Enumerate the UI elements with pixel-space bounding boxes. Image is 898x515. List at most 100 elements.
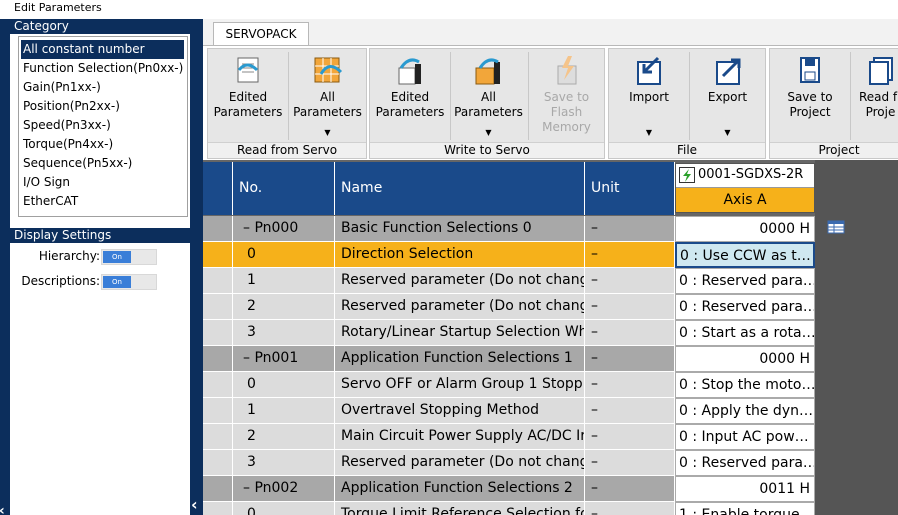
cell-no: 3 bbox=[233, 450, 335, 476]
table-view-icon[interactable] bbox=[827, 220, 845, 234]
cell-no: – Pn001 bbox=[233, 346, 335, 372]
read-from-project-button[interactable]: Read fr Proje bbox=[850, 52, 898, 140]
table-row[interactable]: 3 Rotary/Linear Startup Selection Wh –0 : … bbox=[203, 320, 815, 346]
table-row[interactable]: 2 Main Circuit Power Supply AC/DC Ir –0 : … bbox=[203, 424, 815, 450]
table-row[interactable]: 0 Torque Limit Reference Selection fo –1 :… bbox=[203, 502, 815, 515]
chevron-left-icon[interactable]: ‹ bbox=[0, 503, 5, 515]
write-to-servo-group: Edited Parameters All Parameters ▼ Save … bbox=[369, 48, 605, 159]
export-icon bbox=[715, 58, 740, 85]
read-all-parameters-button[interactable]: All Parameters ▼ bbox=[288, 52, 366, 140]
category-item-position[interactable]: Position(Pn2xx-) bbox=[21, 97, 184, 116]
cell-value[interactable]: 0 : Stop the moto… bbox=[675, 372, 815, 398]
column-header-unit[interactable]: Unit bbox=[585, 162, 675, 215]
cell-value[interactable]: 0 : Reserved para… bbox=[675, 294, 815, 320]
cell-value[interactable]: 0 : Use CCW as t… bbox=[675, 242, 815, 268]
row-selector bbox=[203, 320, 233, 346]
read-edited-parameters-button[interactable]: Edited Parameters bbox=[210, 52, 286, 140]
dropdown-arrow-icon[interactable]: ▼ bbox=[451, 125, 526, 140]
tab-servopack[interactable]: SERVOPACK bbox=[213, 22, 309, 46]
cell-unit: – bbox=[585, 450, 675, 476]
column-header-axis[interactable]: 0001-SGDXS-2R Axis A bbox=[675, 163, 815, 213]
left-collapse-strip[interactable]: ‹ bbox=[0, 19, 10, 515]
panel-collapse-divider[interactable]: ‹ bbox=[190, 19, 203, 515]
cell-unit: – bbox=[585, 372, 675, 398]
table-row[interactable]: 0 Direction Selection –0 : Use CCW as t… bbox=[203, 242, 815, 268]
dropdown-arrow-icon[interactable]: ▼ bbox=[289, 125, 366, 140]
row-selector bbox=[203, 242, 233, 268]
hierarchy-toggle[interactable]: On bbox=[101, 249, 157, 265]
table-row[interactable]: – Pn000 Basic Function Selections 0–0000 … bbox=[203, 216, 815, 242]
cell-unit: – bbox=[585, 216, 675, 242]
cell-name: Reserved parameter (Do not chang bbox=[335, 268, 585, 294]
save-to-flash-memory-button[interactable]: Save to Flash Memory bbox=[528, 52, 604, 140]
read-from-project-label: Read fr Proje bbox=[858, 90, 898, 119]
file-label: File bbox=[609, 142, 765, 158]
read-from-servo-group: Edited Parameters All Parameters ▼ Read … bbox=[207, 48, 367, 159]
table-row[interactable]: 1 Overtravel Stopping Method –0 : Apply th… bbox=[203, 398, 815, 424]
dropdown-arrow-icon[interactable]: ▼ bbox=[690, 125, 765, 140]
cell-value[interactable]: 0 : Input AC pow… bbox=[675, 424, 815, 450]
table-row[interactable]: 1 Reserved parameter (Do not chang –0 : Re… bbox=[203, 268, 815, 294]
read-edited-icon bbox=[237, 57, 259, 83]
table-row[interactable]: 3 Reserved parameter (Do not chang –0 : Re… bbox=[203, 450, 815, 476]
write-edited-parameters-button[interactable]: Edited Parameters bbox=[372, 52, 448, 140]
row-selector bbox=[203, 450, 233, 476]
cell-name: Application Function Selections 1 bbox=[335, 346, 585, 372]
cell-unit: – bbox=[585, 398, 675, 424]
hierarchy-label: Hierarchy: bbox=[38, 249, 100, 263]
cell-value[interactable]: 0011 H bbox=[675, 476, 815, 502]
tab-strip: SERVOPACK bbox=[203, 19, 898, 46]
write-all-parameters-button[interactable]: All Parameters ▼ bbox=[450, 52, 526, 140]
import-label: Import bbox=[629, 90, 669, 104]
import-button[interactable]: Import ▼ bbox=[611, 52, 687, 140]
save-to-project-label: Save to Project bbox=[787, 90, 833, 119]
column-header-no[interactable]: No. bbox=[233, 162, 335, 215]
cell-value[interactable]: 0 : Reserved para… bbox=[675, 268, 815, 294]
cell-value[interactable]: 0 : Apply the dyn… bbox=[675, 398, 815, 424]
axis-device-name: 0001-SGDXS-2R bbox=[698, 167, 804, 182]
category-item-torque[interactable]: Torque(Pn4xx-) bbox=[21, 135, 184, 154]
row-selector bbox=[203, 294, 233, 320]
cell-no: – Pn000 bbox=[233, 216, 335, 242]
table-row[interactable]: – Pn001 Application Function Selections 1… bbox=[203, 346, 815, 372]
cell-value[interactable]: 0000 H bbox=[675, 216, 815, 242]
category-item-function[interactable]: Function Selection(Pn0xx-) bbox=[21, 59, 184, 78]
cell-name: Application Function Selections 2 bbox=[335, 476, 585, 502]
cell-unit: – bbox=[585, 268, 675, 294]
write-edited-icon bbox=[398, 58, 421, 85]
category-item-ethercat[interactable]: EtherCAT bbox=[21, 192, 184, 211]
descriptions-toggle-on: On bbox=[103, 276, 131, 288]
category-item-all[interactable]: All constant number bbox=[21, 40, 184, 59]
display-settings-header: Display Settings bbox=[10, 228, 190, 243]
row-selector bbox=[203, 216, 233, 242]
cell-value[interactable]: 0 : Start as a rota… bbox=[675, 320, 815, 346]
cell-value[interactable]: 1 : Enable torque… bbox=[675, 502, 815, 515]
row-selector bbox=[203, 372, 233, 398]
read-edited-label: Edited Parameters bbox=[213, 90, 283, 119]
parameter-table: No. Name Unit 0001-SGDXS-2R Axis A – Pn0… bbox=[203, 160, 898, 515]
column-header-name[interactable]: Name bbox=[335, 162, 585, 215]
descriptions-toggle[interactable]: On bbox=[101, 274, 157, 290]
cell-no: 2 bbox=[233, 424, 335, 450]
export-label: Export bbox=[707, 90, 748, 104]
chevron-left-icon[interactable]: ‹ bbox=[191, 495, 198, 514]
category-list: All constant number Function Selection(P… bbox=[18, 36, 188, 217]
table-row[interactable]: 0 Servo OFF or Alarm Group 1 Stoppi –0 : S… bbox=[203, 372, 815, 398]
category-item-speed[interactable]: Speed(Pn3xx-) bbox=[21, 116, 184, 135]
save-to-project-button[interactable]: Save to Project bbox=[772, 52, 848, 140]
category-item-gain[interactable]: Gain(Pn1xx-) bbox=[21, 78, 184, 97]
cell-value[interactable]: 0000 H bbox=[675, 346, 815, 372]
cell-name: Torque Limit Reference Selection fo bbox=[335, 502, 585, 515]
window-title: Edit Parameters bbox=[14, 1, 102, 14]
cell-name: Reserved parameter (Do not chang bbox=[335, 294, 585, 320]
dropdown-arrow-icon[interactable]: ▼ bbox=[611, 125, 687, 140]
table-row[interactable]: – Pn002 Application Function Selections 2… bbox=[203, 476, 815, 502]
category-item-io-sign[interactable]: I/O Sign bbox=[21, 173, 184, 192]
table-row[interactable]: 2 Reserved parameter (Do not chang –0 : Re… bbox=[203, 294, 815, 320]
export-button[interactable]: Export ▼ bbox=[689, 52, 765, 140]
cell-unit: – bbox=[585, 346, 675, 372]
cell-value[interactable]: 0 : Reserved para… bbox=[675, 450, 815, 476]
category-item-sequence[interactable]: Sequence(Pn5xx-) bbox=[21, 154, 184, 173]
cell-no: 3 bbox=[233, 320, 335, 346]
cell-name: Basic Function Selections 0 bbox=[335, 216, 585, 242]
